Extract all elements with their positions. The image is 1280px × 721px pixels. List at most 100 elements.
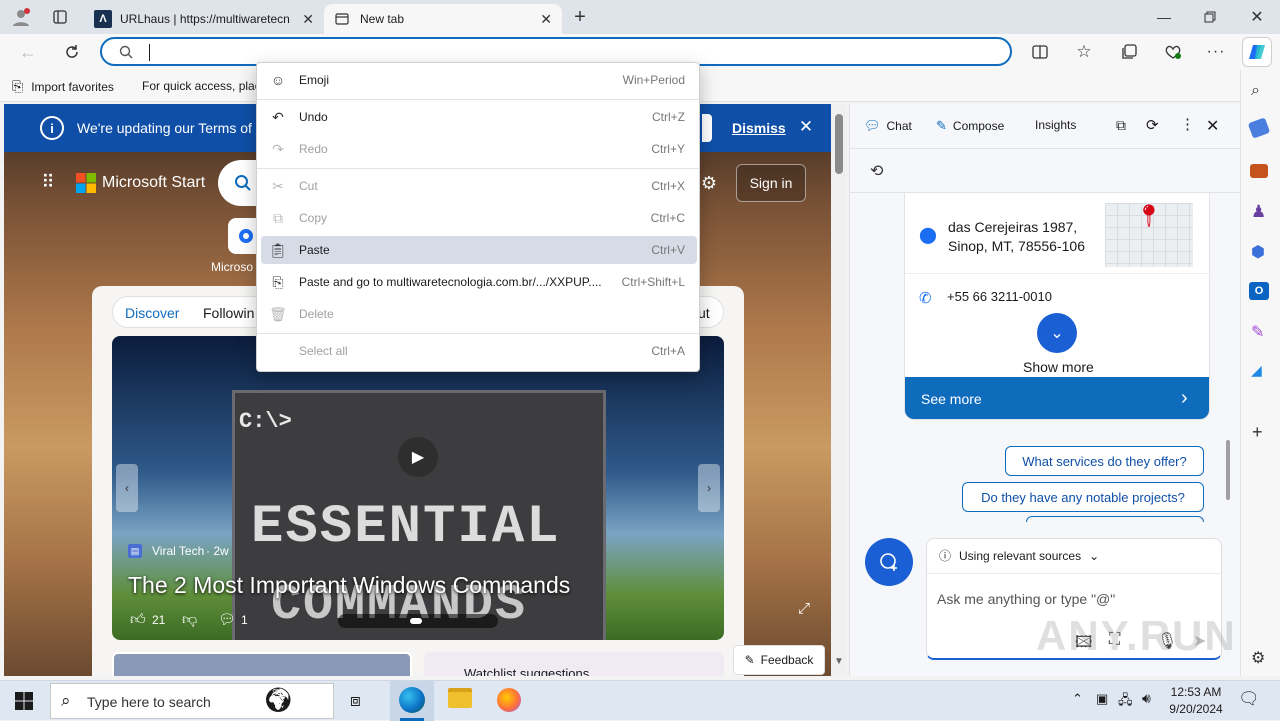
dislike-icon[interactable]: 👎︎ [182, 611, 197, 629]
firefox-icon[interactable] [497, 688, 521, 712]
like-icon[interactable]: 👍︎ [130, 611, 146, 629]
menu-label: Emoji [299, 73, 330, 87]
windows-start-icon[interactable] [0, 681, 48, 721]
settings-gear-icon[interactable]: ⚙ [698, 172, 720, 194]
close-window-icon[interactable]: ✕ [1245, 6, 1269, 28]
open-in-new-icon[interactable]: ⧉ [1116, 117, 1126, 134]
banner-button-edge[interactable] [702, 114, 712, 142]
refresh-icon[interactable] [60, 40, 84, 64]
split-screen-icon[interactable] [1028, 40, 1052, 64]
app-launcher-icon[interactable]: ⠿ [38, 172, 58, 192]
new-tab-plus-icon[interactable]: + [568, 6, 592, 28]
close-banner-icon[interactable]: ✕ [796, 117, 816, 137]
next-slide-icon[interactable]: › [698, 464, 720, 512]
games-icon[interactable]: ♟ [1251, 202, 1266, 222]
dismiss-button[interactable]: Dismiss [732, 120, 786, 136]
taskbar-edge[interactable] [390, 681, 434, 721]
network-icon[interactable]: 🖧︎ [1118, 691, 1133, 713]
designer-icon[interactable]: ✎ [1251, 322, 1264, 342]
clock-time[interactable]: 12:53 AM [1168, 685, 1224, 699]
close-tab-icon[interactable]: ✕ [540, 11, 552, 28]
shopping-icon[interactable] [1247, 117, 1271, 139]
favorites-hint: For quick access, plac [142, 79, 261, 93]
menu-item-emoji[interactable]: ☺ Emoji Win+Period [261, 66, 697, 94]
copilot-tab-compose[interactable]: ✎ Compose [936, 118, 1004, 134]
tab-actions-icon[interactable] [48, 6, 72, 28]
suggestion-services[interactable]: What services do they offer? [1005, 446, 1204, 476]
restore-icon[interactable] [1198, 6, 1222, 28]
history-icon[interactable]: ⟲ [870, 161, 883, 181]
suggestion-partial[interactable] [1026, 516, 1204, 522]
tab-following[interactable]: Followin [203, 305, 254, 321]
profile-avatar-icon[interactable] [8, 5, 34, 29]
favorites-star-icon[interactable]: ☆ [1072, 40, 1096, 64]
more-options-icon[interactable]: ⋮ [1180, 115, 1195, 133]
add-sidebar-app-icon[interactable]: + [1252, 422, 1263, 443]
copilot-tab-chat[interactable]: 💬︎ Chat [864, 118, 912, 134]
back-arrow-icon[interactable]: ← [16, 40, 40, 64]
chat-scrollbar-thumb[interactable] [1226, 440, 1230, 500]
clock-date[interactable]: 9/20/2024 [1166, 702, 1226, 716]
copilot-icon[interactable] [1242, 37, 1272, 67]
close-tab-icon[interactable]: ✕ [302, 11, 314, 28]
search-icon[interactable]: ⌕ [1251, 82, 1260, 100]
comment-icon[interactable]: 💬︎ [218, 611, 236, 628]
taskbar-search-box[interactable]: ⌕ Type here to search 🌍︎ [50, 683, 334, 719]
import-favorites-button[interactable]: ⎘ Import favorites [12, 78, 114, 95]
expand-icon[interactable]: ⤢ [798, 600, 810, 617]
sign-in-button[interactable]: Sign in [736, 164, 806, 202]
device-icon[interactable]: ▣ [1096, 691, 1108, 707]
copilot-tab-insights[interactable]: Insights [1035, 118, 1076, 132]
browser-essentials-icon[interactable] [1161, 40, 1185, 64]
more-options-icon[interactable]: ··· [1204, 40, 1228, 64]
tab-urlhaus[interactable]: Λ URLhaus | https://multiwaretecn ✕ [84, 4, 324, 34]
compose-icon: ✎ [936, 118, 947, 133]
menu-shortcut: Ctrl+Shift+L [621, 275, 685, 289]
show-more-label[interactable]: Show more [1023, 359, 1094, 375]
taskbar-search-input[interactable]: Type here to search [87, 694, 211, 710]
hero-line-1: ESSENTIAL [251, 497, 561, 558]
file-explorer-icon[interactable] [448, 688, 472, 708]
minimize-icon[interactable]: — [1152, 6, 1176, 28]
refresh-icon[interactable]: ⟳ [1146, 116, 1159, 134]
close-pane-icon[interactable]: ✕ [1206, 116, 1219, 136]
previous-slide-icon[interactable]: ‹ [116, 464, 138, 512]
search-icon [118, 44, 134, 60]
sidebar-settings-icon[interactable]: ⚙ [1251, 648, 1265, 668]
menu-item-undo[interactable]: ↶ Undo Ctrl+Z [261, 103, 697, 131]
menu-item-paste[interactable]: 📋︎ Paste Ctrl+V [261, 236, 697, 264]
volume-icon[interactable]: 🔊︎ [1142, 690, 1151, 707]
scrollbar-thumb[interactable] [835, 114, 843, 174]
collections-icon[interactable] [1117, 40, 1141, 64]
new-topic-icon[interactable] [865, 538, 913, 586]
see-more-button[interactable]: See more › [905, 377, 1209, 419]
drop-icon[interactable]: ◢ [1251, 362, 1262, 379]
menu-item-cut: ✂ Cut Ctrl+X [261, 172, 697, 200]
map-thumbnail[interactable]: 📍︎ [1105, 203, 1193, 267]
text-cursor [149, 44, 150, 61]
show-hidden-icons-icon[interactable]: ⌃ [1072, 691, 1083, 707]
tab-discover[interactable]: Discover [125, 305, 179, 321]
sources-selector[interactable]: ⓘ Using relevant sources ⌄ [939, 547, 1099, 564]
task-view-icon[interactable]: ⧈ [350, 691, 361, 711]
news-card-thumbnail[interactable] [112, 652, 412, 676]
hero-card[interactable]: C:\> ESSENTIAL COMMANDS ▶ ‹ › ▤ Viral Te… [112, 336, 724, 640]
chat-input[interactable]: Ask me anything or type "@" [937, 591, 1115, 607]
hero-title[interactable]: The 2 Most Important Windows Commands [128, 572, 570, 599]
chevron-down-icon[interactable]: ⌄ [1037, 313, 1077, 353]
notifications-icon[interactable]: 🗨︎ [1238, 689, 1260, 709]
tab-new-tab[interactable]: New tab ✕ [324, 4, 562, 34]
suggestion-projects[interactable]: Do they have any notable projects? [962, 482, 1204, 512]
scroll-down-icon[interactable]: ▼ [834, 656, 844, 667]
microsoft-365-icon[interactable]: ⬢ [1251, 242, 1265, 262]
outlook-icon[interactable]: O [1249, 282, 1269, 300]
carousel-dots[interactable] [338, 614, 498, 628]
watchlist-card[interactable]: Watchlist suggestions [424, 652, 724, 676]
phone-number[interactable]: +55 66 3211-0010 [947, 289, 1052, 304]
feedback-button[interactable]: ✎ Feedback [733, 645, 825, 675]
play-icon[interactable]: ▶ [398, 437, 438, 477]
publisher-name[interactable]: Viral Tech [152, 544, 204, 558]
page-scrollbar[interactable]: ▼ [831, 104, 847, 676]
tools-icon[interactable] [1250, 164, 1268, 178]
menu-item-paste-and-go[interactable]: ⎘ Paste and go to multiwaretecnologia.co… [261, 268, 697, 296]
